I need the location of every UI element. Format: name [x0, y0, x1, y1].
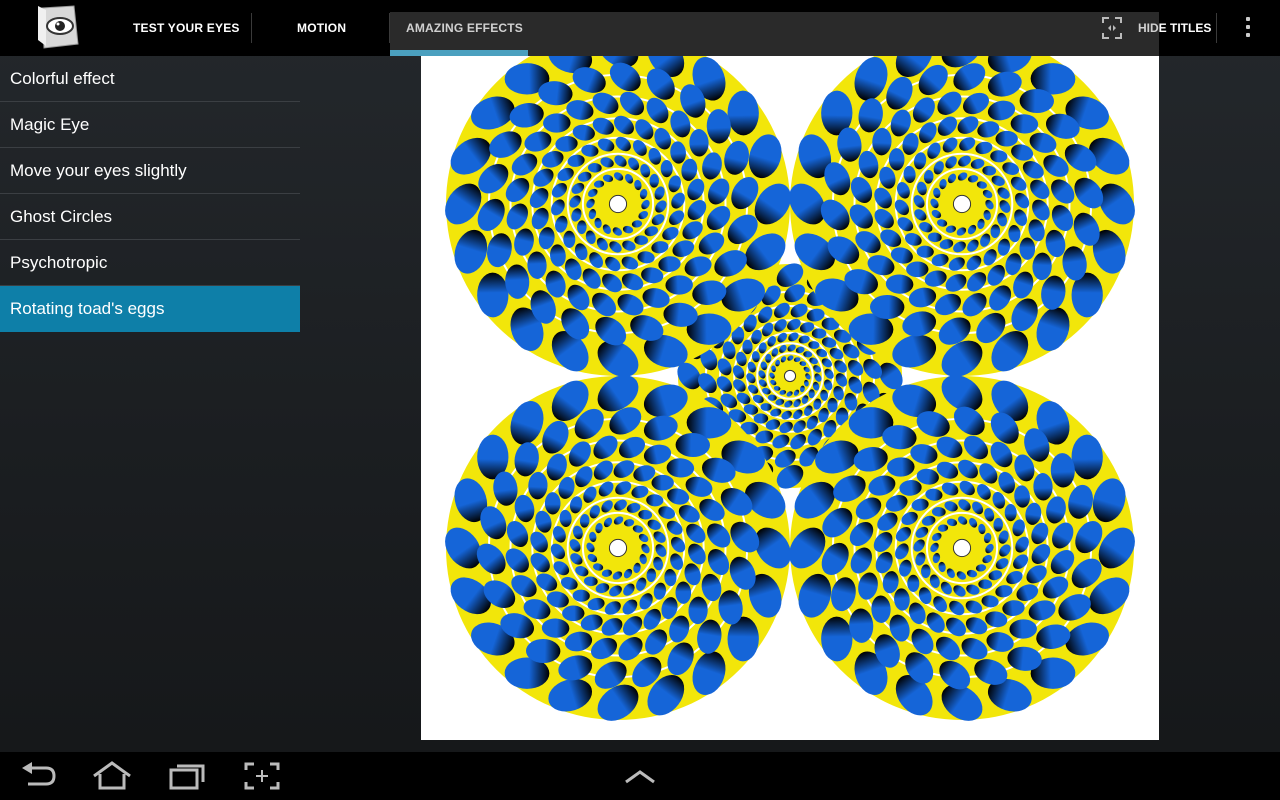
- list-item[interactable]: Colorful effect: [0, 56, 300, 102]
- title-overlay: [390, 12, 1159, 56]
- illusion-graphic: [445, 56, 1135, 721]
- tab-label: MOTION: [297, 21, 347, 35]
- eye-logo-icon[interactable]: [34, 4, 82, 50]
- list-item[interactable]: Ghost Circles: [0, 194, 300, 240]
- home-icon[interactable]: [90, 760, 134, 792]
- list-item-label: Ghost Circles: [10, 206, 113, 226]
- back-icon[interactable]: [16, 760, 60, 792]
- list-item-selected[interactable]: Rotating toad's eggs: [0, 286, 300, 332]
- list-item-label: Psychotropic: [10, 252, 108, 272]
- action-divider: [1216, 13, 1217, 43]
- list-item-label: Colorful effect: [10, 68, 115, 88]
- effects-list: Colorful effect Magic Eye Move your eyes…: [0, 56, 300, 332]
- list-item-label: Rotating toad's eggs: [10, 298, 165, 318]
- rotating-eggs-illusion-image: [421, 56, 1159, 740]
- overflow-menu-icon[interactable]: [1230, 0, 1266, 56]
- system-nav-bar: [0, 752, 1280, 800]
- tab-motion[interactable]: MOTION: [297, 0, 346, 56]
- list-item[interactable]: Magic Eye: [0, 102, 300, 148]
- tab-test-your-eyes[interactable]: TEST YOUR EYES: [133, 0, 240, 56]
- list-item[interactable]: Psychotropic: [0, 240, 300, 286]
- screenshot-icon[interactable]: [240, 760, 284, 792]
- list-item[interactable]: Move your eyes slightly: [0, 148, 300, 194]
- list-item-label: Magic Eye: [10, 114, 90, 134]
- list-item-label: Move your eyes slightly: [10, 160, 187, 180]
- tab-label: TEST YOUR EYES: [133, 21, 240, 35]
- recent-apps-icon[interactable]: [165, 760, 209, 792]
- chevron-up-icon[interactable]: [618, 760, 662, 792]
- tab-divider: [251, 13, 252, 43]
